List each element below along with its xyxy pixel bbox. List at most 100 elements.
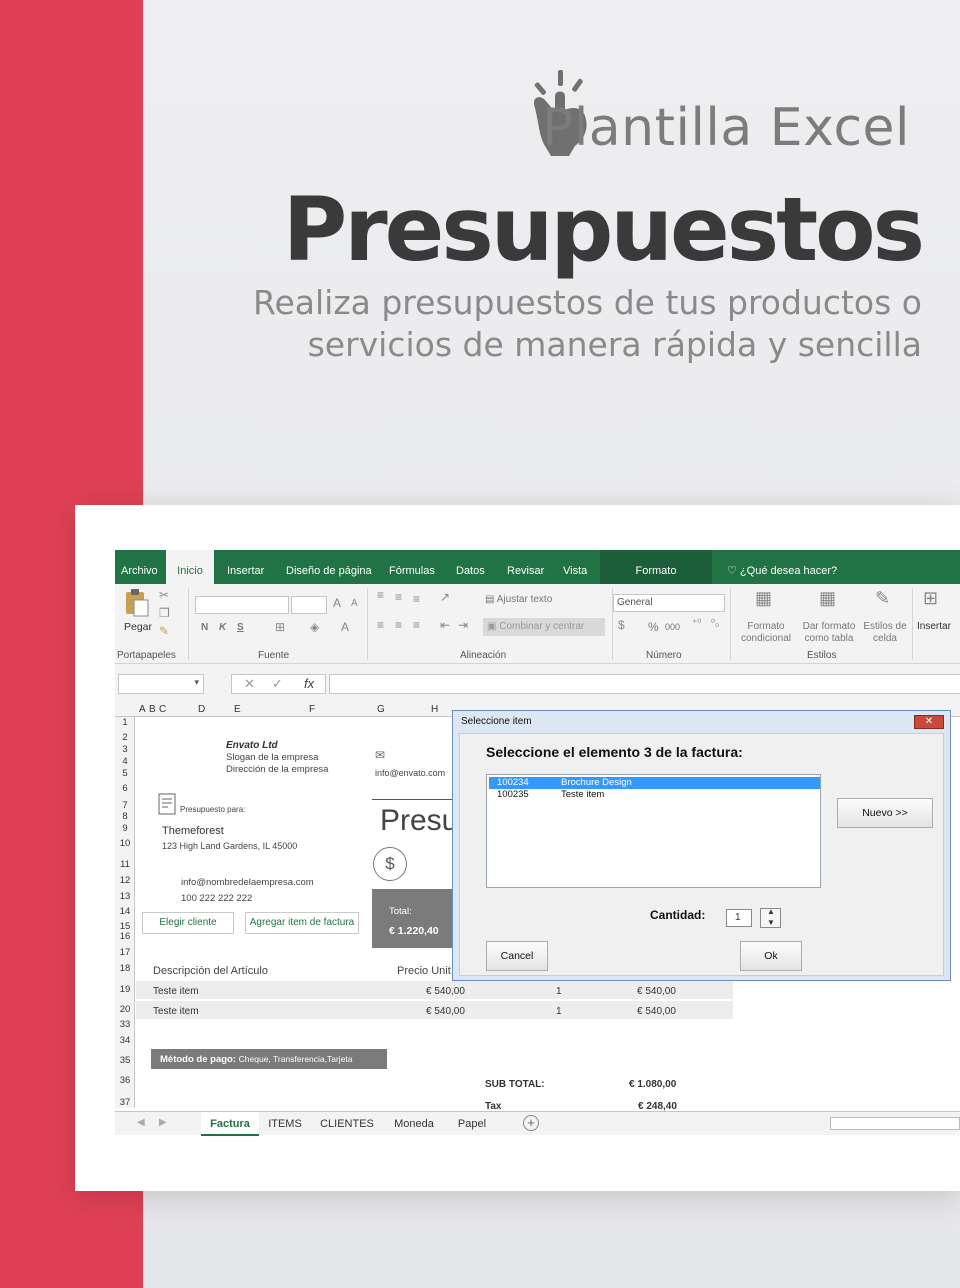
tab-datos[interactable]: Datos [456,550,485,584]
tab-diseno-pagina[interactable]: Diseño de página [286,550,372,584]
stepper-up-icon[interactable]: ▲ [767,907,775,916]
row-header[interactable]: 36 [115,1075,135,1086]
insert-cells-icon[interactable]: ⊞ [923,588,938,609]
tab-archivo[interactable]: Archivo [121,550,158,584]
tab-vista[interactable]: Vista [563,550,587,584]
cell-styles-button[interactable]: Estilos de celda [859,621,911,645]
decrease-decimal-icon[interactable]: ⁰₀ [711,618,719,629]
formula-input[interactable] [329,674,960,694]
column-header[interactable]: B [149,704,156,715]
tab-revisar[interactable]: Revisar [507,550,544,584]
row-header[interactable]: 3 [115,744,135,755]
tab-inicio[interactable]: Inicio [166,550,214,584]
paste-icon[interactable] [123,588,151,618]
row-header[interactable]: 19 [115,984,135,995]
increase-decimal-icon[interactable]: ⁺⁰ [692,618,701,629]
borders-icon[interactable]: ⊞ [275,620,285,634]
align-top-icon[interactable]: ≡ [377,588,384,602]
merge-center-button[interactable]: ▣ Combinar y centrar [483,618,605,636]
help-search[interactable]: ♡ ¿Qué desea hacer? [727,564,837,577]
align-middle-icon[interactable]: ≡ [395,590,402,604]
column-header[interactable]: G [377,704,385,715]
grow-font-icon[interactable]: A [333,596,341,610]
row-header[interactable]: 17 [115,947,135,958]
insert-button[interactable]: Insertar [917,621,951,632]
row-header[interactable]: 6 [115,783,135,794]
row-header[interactable]: 34 [115,1035,135,1046]
font-name-box[interactable] [195,596,289,614]
tab-formulas[interactable]: Fórmulas [389,550,435,584]
row-header[interactable]: 12 [115,875,135,886]
row-header[interactable]: 13 [115,891,135,902]
paste-label[interactable]: Pegar [124,621,152,633]
stepper-down-icon[interactable]: ▼ [767,918,775,927]
row-header[interactable]: 7 [115,800,135,811]
copy-icon[interactable]: ❐ [159,606,170,620]
confirm-formula-icon[interactable]: ✓ [272,676,283,692]
row-header[interactable]: 18 [115,963,135,974]
align-left-icon[interactable]: ≡ [377,618,384,632]
scroll-right-icon[interactable]: ▶ [159,1117,167,1128]
orientation-icon[interactable]: ↗ [440,590,450,604]
thousands-button[interactable]: 000 [665,622,680,632]
tab-insertar[interactable]: Insertar [227,550,264,584]
sheet-tab-moneda[interactable]: Moneda [383,1112,445,1136]
row-header[interactable]: 2 [115,732,135,743]
column-header[interactable]: E [234,704,241,715]
row-header[interactable]: 16 [115,931,135,942]
align-center-icon[interactable]: ≡ [395,618,402,632]
align-right-icon[interactable]: ≡ [413,618,420,632]
list-item[interactable]: 100235 Teste item [489,789,820,801]
choose-client-button[interactable]: Elegir cliente [142,912,234,934]
column-header[interactable]: D [198,704,205,715]
add-sheet-icon[interactable]: + [523,1115,539,1131]
row-header[interactable]: 8 [115,811,135,822]
conditional-format-button[interactable]: Formato condicional [736,621,796,645]
sheet-tab-items[interactable]: ITEMS [260,1112,310,1136]
column-header[interactable]: A [139,704,146,715]
sheet-tab-clientes[interactable]: CLIENTES [313,1112,381,1136]
table-format-button[interactable]: Dar formato como tabla [799,621,859,645]
italic-button[interactable]: K [219,622,226,633]
format-painter-icon[interactable]: ✎ [159,624,169,638]
row-header[interactable]: 5 [115,768,135,779]
column-header[interactable]: C [159,704,166,715]
cancel-formula-icon[interactable]: ✕ [244,676,255,692]
quantity-input[interactable]: 1 [726,909,752,927]
chevron-down-icon[interactable]: ▾ [194,677,199,688]
sheet-tab-papel[interactable]: Papel [448,1112,496,1136]
ok-button[interactable]: Ok [740,941,802,971]
table-format-icon[interactable]: ▦ [819,588,836,609]
new-item-button[interactable]: Nuevo >> [837,798,933,828]
percent-button[interactable]: % [648,620,659,634]
fill-color-icon[interactable]: ◈ [310,620,319,634]
cell-styles-icon[interactable]: ✎ [875,588,890,609]
number-format-select[interactable]: General [613,594,725,612]
increase-indent-icon[interactable]: ⇥ [458,618,468,632]
horizontal-scrollbar[interactable] [830,1117,960,1130]
scissors-icon[interactable]: ✂ [159,588,169,602]
quantity-stepper[interactable]: ▲ ▼ [760,907,781,928]
shrink-font-icon[interactable]: A [351,598,358,609]
row-header[interactable]: 37 [115,1097,135,1108]
row-header[interactable]: 11 [115,859,135,870]
column-header[interactable]: F [309,704,315,715]
bold-button[interactable]: N [201,622,208,633]
row-header[interactable]: 33 [115,1019,135,1030]
insert-function-icon[interactable]: fx [304,676,314,691]
row-header[interactable]: 9 [115,823,135,834]
row-header[interactable]: 20 [115,1004,135,1015]
column-header[interactable]: H [431,704,438,715]
add-invoice-item-button[interactable]: Agregar item de factura [245,912,359,934]
cancel-button[interactable]: Cancel [486,941,548,971]
name-box[interactable]: ▾ [118,674,204,694]
list-item[interactable]: 100234 Brochure Design [489,777,820,789]
close-icon[interactable]: ✕ [914,715,944,729]
wrap-text-button[interactable]: ▤ Ajustar texto [485,594,552,605]
underline-button[interactable]: S [237,622,244,633]
currency-icon[interactable]: $ [618,618,625,632]
conditional-format-icon[interactable]: ▦ [755,588,772,609]
row-header[interactable]: 4 [115,756,135,767]
item-listbox[interactable]: 100234 Brochure Design 100235 Teste item [486,774,821,888]
align-bottom-icon[interactable]: ≡ [413,592,420,606]
